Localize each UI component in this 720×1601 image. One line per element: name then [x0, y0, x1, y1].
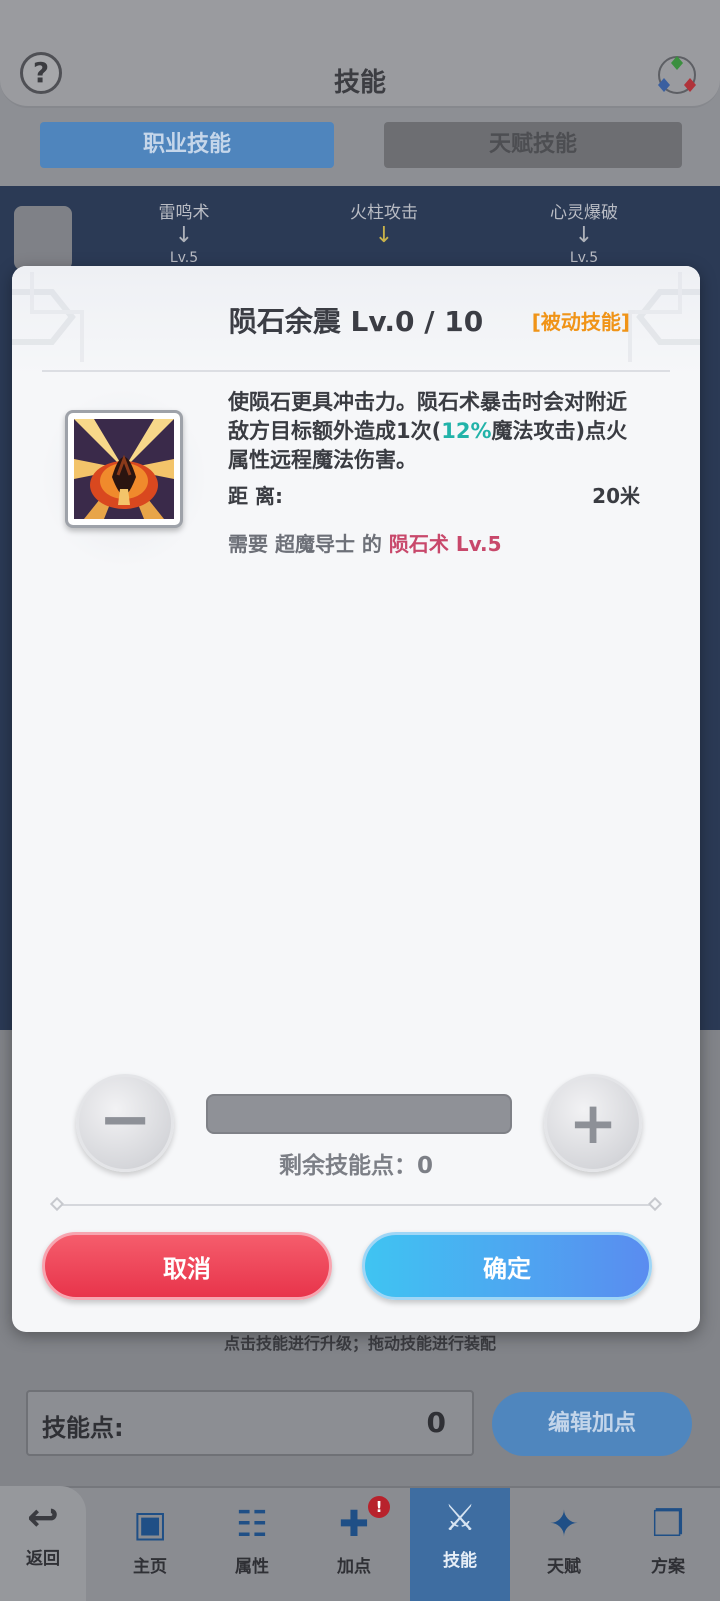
nav-label: 技能	[443, 1551, 477, 1571]
divider-diamond-icon	[647, 1196, 663, 1212]
requirement-text: 需要 超魔导士 的	[228, 532, 389, 556]
element-cycle-icon[interactable]	[654, 52, 700, 98]
nav-label: 加点	[337, 1557, 371, 1577]
hint-text: 点击技能进行升级；拖动技能进行装配	[223, 1334, 496, 1353]
skill-requirement: 需要 超魔导士 的 陨石术 Lv.5	[228, 528, 502, 557]
nav-label: 天赋	[547, 1557, 581, 1577]
nav-item-talent[interactable]: ✦ 天赋	[514, 1494, 614, 1594]
nav-back-button[interactable]: ↩ 返回	[0, 1486, 86, 1601]
nav-item-plans[interactable]: ❐ 方案	[618, 1494, 718, 1594]
cards-icon: ❐	[651, 1504, 685, 1545]
tree-skill-level: Lv.5	[169, 250, 199, 266]
nav-label: 方案	[651, 1557, 685, 1577]
desc-highlight-value: 12%	[441, 419, 492, 443]
level-progress-bar	[206, 1094, 512, 1134]
nav-item-attributes[interactable]: ☷ 属性	[202, 1494, 302, 1594]
nav-label: 属性	[235, 1557, 269, 1577]
page-title: 技能	[333, 68, 386, 98]
down-arrow-icon: ↓	[574, 223, 594, 248]
attributes-icon: ☷	[235, 1504, 269, 1545]
skill-sword-icon: ⚔	[443, 1498, 477, 1539]
id-card-icon: ▣	[132, 1504, 167, 1545]
nav-label: 主页	[133, 1557, 167, 1577]
required-skill: 陨石术 Lv.5	[388, 532, 502, 556]
tree-skill-mind-blast[interactable]: 心灵爆破 ↓ Lv.5	[524, 198, 644, 267]
meteor-skill-icon	[74, 419, 174, 519]
tree-skill-name: 雷鸣术	[158, 203, 210, 223]
tree-skill-name: 火柱攻击	[350, 203, 418, 223]
down-arrow-icon: ↓	[174, 223, 194, 248]
nav-item-skills[interactable]: ⚔ 技能	[410, 1488, 510, 1601]
nav-item-home[interactable]: ▣ 主页	[100, 1494, 200, 1594]
divider-diamond-icon	[49, 1196, 65, 1212]
tree-skill-name: 心灵爆破	[550, 203, 618, 223]
footer-divider	[54, 1204, 658, 1206]
tab-talent-skills[interactable]: 天赋技能	[384, 122, 682, 168]
nav-back-label: 返回	[26, 1549, 60, 1569]
skill-points-value: 0	[426, 1406, 446, 1439]
skill-points-box: 技能点: 0	[26, 1390, 474, 1456]
skill-icon-frame	[65, 410, 183, 528]
nav-item-add-points[interactable]: ✚ ! 加点	[304, 1494, 404, 1594]
skill-points-label: 技能点:	[42, 1414, 124, 1442]
talent-star-icon: ✦	[548, 1504, 580, 1545]
edit-points-button[interactable]: 编辑加点	[492, 1392, 692, 1456]
down-arrow-icon: ↓	[374, 223, 394, 248]
range-label: 距 离:	[228, 484, 283, 508]
tree-skill-level: Lv.5	[569, 250, 599, 266]
tab-job-skills[interactable]: 职业技能	[40, 122, 334, 168]
back-arrow-icon: ↩	[27, 1495, 59, 1539]
title-divider	[42, 370, 670, 372]
side-tab-rocket[interactable]	[14, 206, 72, 270]
skill-type-tag: [被动技能]	[531, 310, 630, 334]
range-value: 20米	[592, 484, 640, 508]
skill-detail-dialog: 陨石余震 Lv.0 / 10 [被动技能] 使陨石更具冲击力。陨石术暴击时会对附…	[12, 266, 700, 1332]
skill-description: 使陨石更具冲击力。陨石术暴击时会对附近敌方目标额外造成1次(12%魔法攻击)点火…	[228, 388, 640, 475]
confirm-button[interactable]: 确定	[362, 1232, 652, 1300]
tree-skill-thunder[interactable]: 雷鸣术 ↓ Lv.5	[124, 198, 244, 267]
remaining-points-text: 剩余技能点：0	[278, 1153, 433, 1179]
notification-badge: !	[368, 1496, 390, 1518]
cancel-button[interactable]: 取消	[42, 1232, 332, 1300]
tree-skill-fire-pillar[interactable]: 火柱攻击 ↓	[324, 198, 444, 247]
